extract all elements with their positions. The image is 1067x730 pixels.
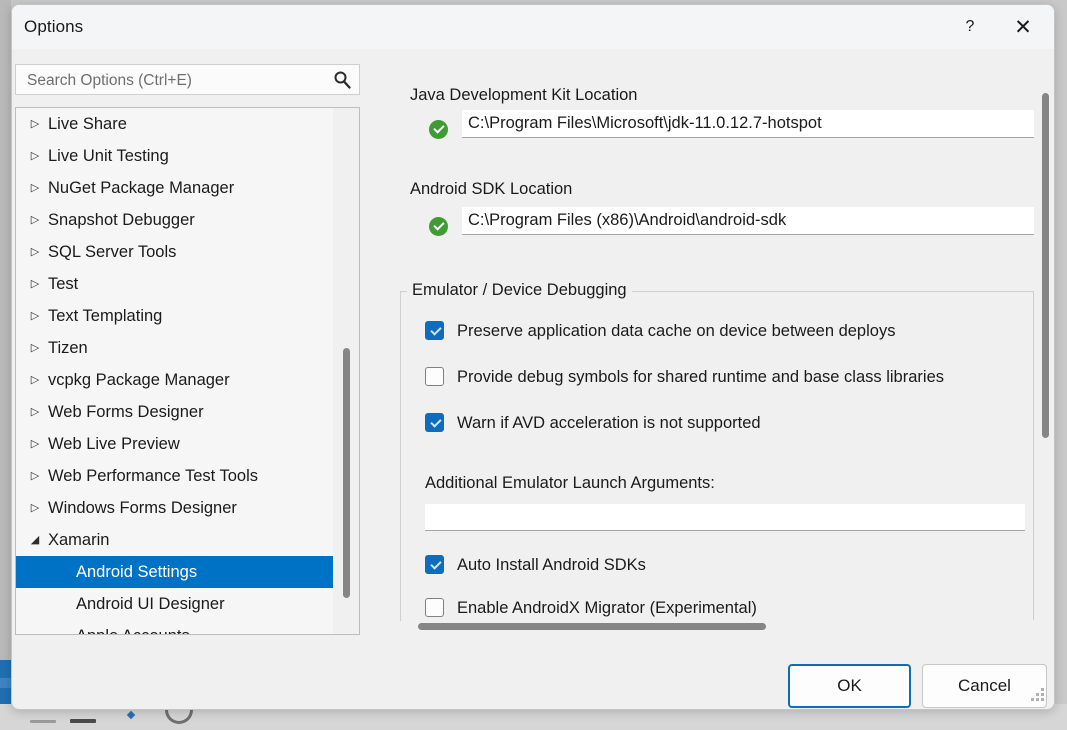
tree-item-web-live-preview[interactable]: ▷Web Live Preview xyxy=(16,428,334,460)
background-window-accent-bar xyxy=(0,660,11,710)
tree-item-label: Web Live Preview xyxy=(48,428,180,460)
tree-item-label: Xamarin xyxy=(48,524,109,556)
tree-item-label: Test xyxy=(48,268,78,300)
window-left-edge xyxy=(0,0,11,660)
tree-item-label: Live Unit Testing xyxy=(48,140,169,172)
tree-scrollbar[interactable] xyxy=(333,108,359,634)
tree-item-android-ui-designer[interactable]: Android UI Designer xyxy=(16,588,334,620)
tree-item-live-share[interactable]: ▷Live Share xyxy=(16,108,334,140)
tree-item-label: Web Performance Test Tools xyxy=(48,460,258,492)
sdk-valid-icon xyxy=(429,217,448,236)
chevron-right-icon[interactable]: ▷ xyxy=(28,236,42,268)
tree-item-live-unit-testing[interactable]: ▷Live Unit Testing xyxy=(16,140,334,172)
close-icon[interactable]: ✕ xyxy=(1000,5,1046,49)
search-input[interactable] xyxy=(25,65,329,96)
content-vertical-scrollbar-thumb[interactable] xyxy=(1042,93,1049,438)
tree-item-label: vcpkg Package Manager xyxy=(48,364,230,396)
chevron-right-icon[interactable]: ▷ xyxy=(28,428,42,460)
tree-item-label: Android Settings xyxy=(76,556,197,588)
checkbox-provide-debug-symbols-label: Provide debug symbols for shared runtime… xyxy=(457,365,944,389)
checkbox-auto-install-sdks-label: Auto Install Android SDKs xyxy=(457,553,646,577)
jdk-valid-icon xyxy=(429,120,448,139)
tree-item-test[interactable]: ▷Test xyxy=(16,268,334,300)
screen: Options ? ✕ ▷Live Share▷Live Unit Testin… xyxy=(0,0,1067,730)
tree-item-label: Snapshot Debugger xyxy=(48,204,195,236)
emulator-device-debugging-legend: Emulator / Device Debugging xyxy=(407,281,632,300)
chevron-right-icon[interactable]: ▷ xyxy=(28,172,42,204)
search-icon xyxy=(332,70,352,90)
chevron-right-icon[interactable]: ▷ xyxy=(28,332,42,364)
checkbox-enable-androidx-migrator-box[interactable] xyxy=(425,598,444,617)
checkbox-auto-install-sdks-box[interactable] xyxy=(425,555,444,574)
additional-emulator-args-input[interactable] xyxy=(425,504,1025,531)
chevron-right-icon[interactable]: ▷ xyxy=(28,300,42,332)
search-box[interactable] xyxy=(15,64,360,95)
taskbar-icon-2[interactable] xyxy=(70,719,96,723)
taskbar-icon-4[interactable] xyxy=(165,710,193,724)
checkbox-enable-androidx-migrator-label: Enable AndroidX Migrator (Experimental) xyxy=(457,596,757,620)
tree-item-label: Apple Accounts xyxy=(76,620,190,635)
chevron-right-icon[interactable]: ▷ xyxy=(28,364,42,396)
tree-item-snapshot-debugger[interactable]: ▷Snapshot Debugger xyxy=(16,204,334,236)
chevron-right-icon[interactable]: ▷ xyxy=(28,492,42,524)
options-tree[interactable]: ▷Live Share▷Live Unit Testing▷NuGet Pack… xyxy=(15,107,360,635)
additional-emulator-args-label: Additional Emulator Launch Arguments: xyxy=(425,474,715,493)
tree-item-label: Android UI Designer xyxy=(76,588,225,620)
ok-button[interactable]: OK xyxy=(788,664,911,708)
tree-item-label: Windows Forms Designer xyxy=(48,492,237,524)
cancel-button[interactable]: Cancel xyxy=(922,664,1047,708)
tree-item-text-templating[interactable]: ▷Text Templating xyxy=(16,300,334,332)
resize-grip-icon[interactable] xyxy=(1031,688,1045,702)
chevron-right-icon[interactable]: ▷ xyxy=(28,268,42,300)
chevron-right-icon[interactable]: ▷ xyxy=(28,396,42,428)
tree-item-sql-server-tools[interactable]: ▷SQL Server Tools xyxy=(16,236,334,268)
options-dialog: Options ? ✕ ▷Live Share▷Live Unit Testin… xyxy=(11,4,1055,710)
tree-item-label: Text Templating xyxy=(48,300,162,332)
tree-item-label: Web Forms Designer xyxy=(48,396,204,428)
tree-item-vcpkg-package-manager[interactable]: ▷vcpkg Package Manager xyxy=(16,364,334,396)
tree-list: ▷Live Share▷Live Unit Testing▷NuGet Pack… xyxy=(16,108,334,635)
tree-item-apple-accounts[interactable]: Apple Accounts xyxy=(16,620,334,635)
tree-item-label: NuGet Package Manager xyxy=(48,172,234,204)
settings-content-pane: Java Development Kit Location Android SD… xyxy=(400,64,1050,635)
tree-item-web-performance-test-tools[interactable]: ▷Web Performance Test Tools xyxy=(16,460,334,492)
jdk-location-label: Java Development Kit Location xyxy=(410,86,637,105)
tree-item-xamarin[interactable]: ◢Xamarin xyxy=(16,524,334,556)
tree-item-label: Tizen xyxy=(48,332,88,364)
checkbox-provide-debug-symbols-box[interactable] xyxy=(425,367,444,386)
chevron-down-icon[interactable]: ◢ xyxy=(28,524,42,556)
checkbox-warn-avd-acceleration-label: Warn if AVD acceleration is not supporte… xyxy=(457,411,761,435)
tree-item-nuget-package-manager[interactable]: ▷NuGet Package Manager xyxy=(16,172,334,204)
tree-item-web-forms-designer[interactable]: ▷Web Forms Designer xyxy=(16,396,334,428)
checkbox-preserve-app-data-label: Preserve application data cache on devic… xyxy=(457,319,895,343)
chevron-right-icon[interactable]: ▷ xyxy=(28,108,42,140)
checkbox-preserve-app-data-box[interactable] xyxy=(425,321,444,340)
jdk-location-input[interactable] xyxy=(462,110,1034,138)
checkbox-warn-avd-acceleration-box[interactable] xyxy=(425,413,444,432)
taskbar-icon-1[interactable] xyxy=(30,720,56,723)
emulator-device-debugging-group: Emulator / Device Debugging Preserve app… xyxy=(400,291,1034,621)
tree-item-tizen[interactable]: ▷Tizen xyxy=(16,332,334,364)
tree-item-android-settings[interactable]: Android Settings xyxy=(16,556,334,588)
chevron-right-icon[interactable]: ▷ xyxy=(28,460,42,492)
taskbar-icon-3[interactable] xyxy=(127,711,135,719)
tree-scrollbar-thumb[interactable] xyxy=(343,348,350,598)
dialog-titlebar: Options ? ✕ xyxy=(12,5,1054,49)
tree-item-windows-forms-designer[interactable]: ▷Windows Forms Designer xyxy=(16,492,334,524)
help-icon[interactable]: ? xyxy=(947,5,993,49)
dialog-title: Options xyxy=(24,17,83,37)
tree-item-label: Live Share xyxy=(48,108,127,140)
chevron-right-icon[interactable]: ▷ xyxy=(28,140,42,172)
sdk-location-label: Android SDK Location xyxy=(410,180,572,199)
sdk-location-input[interactable] xyxy=(462,207,1034,235)
tree-item-label: SQL Server Tools xyxy=(48,236,176,268)
chevron-right-icon[interactable]: ▷ xyxy=(28,204,42,236)
content-horizontal-scrollbar-thumb[interactable] xyxy=(418,623,766,630)
